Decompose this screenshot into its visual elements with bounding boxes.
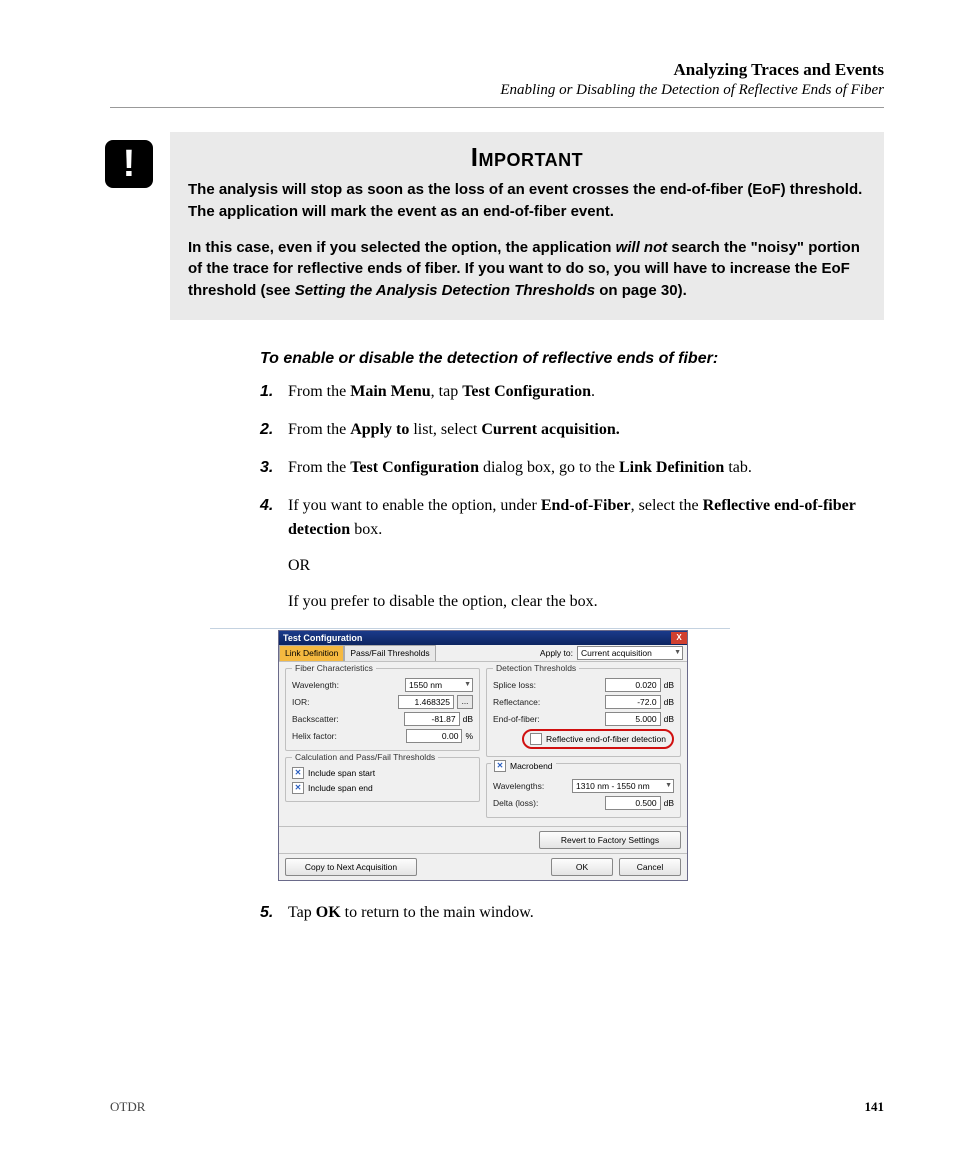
wavelength-label: Wavelength: — [292, 680, 339, 690]
db-unit: dB — [463, 714, 473, 724]
reflectance-label: Reflectance: — [493, 697, 540, 707]
db-unit: dB — [664, 714, 674, 724]
important-text: The analysis will stop as soon as the lo… — [188, 179, 866, 302]
important-box: Important The analysis will stop as soon… — [170, 132, 884, 320]
chapter-title: Analyzing Traces and Events — [110, 60, 884, 80]
splice-label: Splice loss: — [493, 680, 536, 690]
macro-delta-input[interactable]: 0.500 — [605, 796, 661, 810]
section-title: Enabling or Disabling the Detection of R… — [110, 82, 884, 99]
fiber-legend: Fiber Characteristics — [292, 663, 376, 673]
macrobend-checkbox[interactable]: ✕ — [494, 760, 506, 772]
header-rule — [110, 107, 884, 108]
procedure-title: To enable or disable the detection of re… — [260, 350, 884, 368]
ior-browse-button[interactable]: ... — [457, 695, 473, 709]
step-5: 5.Tap OK to return to the main window. — [260, 901, 884, 925]
dialog-button-row: Copy to Next Acquisition OK Cancel — [279, 853, 687, 880]
close-button[interactable]: X — [671, 632, 687, 644]
backscatter-input[interactable]: -81.87 — [404, 712, 460, 726]
step-4: 4. If you want to enable the option, und… — [260, 494, 884, 614]
calculation-group: Calculation and Pass/Fail Thresholds ✕In… — [285, 757, 480, 802]
macro-wave-combo[interactable]: 1310 nm - 1550 nm▼ — [572, 779, 674, 793]
percent-unit: % — [465, 731, 473, 741]
splice-input[interactable]: 0.020 — [605, 678, 661, 692]
important-p1: The analysis will stop as soon as the lo… — [188, 179, 866, 223]
macrobend-group: ✕ Macrobend Wavelengths: 1310 nm - 1550 … — [486, 763, 681, 818]
db-unit: dB — [664, 680, 674, 690]
cancel-button[interactable]: Cancel — [619, 858, 681, 876]
span-end-label: Include span end — [308, 783, 373, 793]
macro-delta-label: Delta (loss): — [493, 798, 538, 808]
apply-to-combo[interactable]: Current acquisition▼ — [577, 646, 683, 660]
screenshot: Test Configuration X Link Definition Pas… — [250, 628, 884, 881]
chevron-down-icon: ▼ — [674, 649, 681, 656]
content: To enable or disable the detection of re… — [260, 350, 884, 925]
tabs-row: Link Definition Pass/Fail Thresholds App… — [279, 645, 687, 662]
macrobend-label: Macrobend — [510, 761, 553, 771]
span-end-checkbox[interactable]: ✕ — [292, 782, 304, 794]
reflective-eof-checkbox[interactable] — [530, 733, 542, 745]
step-2: 2.From the Apply to list, select Current… — [260, 418, 884, 442]
span-start-label: Include span start — [308, 768, 375, 778]
reflective-eof-highlight: Reflective end-of-fiber detection — [522, 729, 674, 749]
backscatter-label: Backscatter: — [292, 714, 339, 724]
page-footer: OTDR 141 — [110, 1099, 884, 1115]
dialog-titlebar: Test Configuration X — [279, 631, 687, 645]
chevron-down-icon: ▼ — [464, 681, 471, 688]
det-legend: Detection Thresholds — [493, 663, 579, 673]
ior-input[interactable]: 1.468325 — [398, 695, 454, 709]
reflective-eof-label: Reflective end-of-fiber detection — [546, 734, 666, 744]
eof-input[interactable]: 5.000 — [605, 712, 661, 726]
footer-left: OTDR — [110, 1099, 145, 1115]
step-3: 3.From the Test Configuration dialog box… — [260, 456, 884, 480]
ior-label: IOR: — [292, 697, 309, 707]
page-header: Analyzing Traces and Events Enabling or … — [110, 60, 884, 99]
important-callout: ! Important The analysis will stop as so… — [170, 132, 884, 320]
chevron-down-icon: ▼ — [665, 782, 672, 789]
tab-passfail[interactable]: Pass/Fail Thresholds — [344, 645, 435, 661]
steps-list-2: 5.Tap OK to return to the main window. — [260, 901, 884, 925]
wavelength-combo[interactable]: 1550 nm▼ — [405, 678, 473, 692]
detection-thresholds-group: Detection Thresholds Splice loss: 0.020d… — [486, 668, 681, 757]
helix-input[interactable]: 0.00 — [406, 729, 462, 743]
page-number: 141 — [865, 1099, 885, 1115]
step-1: 1.From the Main Menu, tap Test Configura… — [260, 380, 884, 404]
span-start-checkbox[interactable]: ✕ — [292, 767, 304, 779]
revert-button[interactable]: Revert to Factory Settings — [539, 831, 681, 849]
important-heading: Important — [188, 142, 866, 173]
dialog: Test Configuration X Link Definition Pas… — [278, 630, 688, 881]
ok-button[interactable]: OK — [551, 858, 613, 876]
apply-to-label: Apply to: — [540, 648, 573, 658]
eof-label: End-of-fiber: — [493, 714, 540, 724]
steps-list: 1.From the Main Menu, tap Test Configura… — [260, 380, 884, 614]
dialog-revert-row: Revert to Factory Settings — [279, 826, 687, 853]
dialog-title: Test Configuration — [283, 633, 362, 643]
macro-wave-label: Wavelengths: — [493, 781, 544, 791]
db-unit: dB — [664, 798, 674, 808]
helix-label: Helix factor: — [292, 731, 337, 741]
dialog-body: Fiber Characteristics Wavelength: 1550 n… — [279, 662, 687, 826]
reflectance-input[interactable]: -72.0 — [605, 695, 661, 709]
fiber-characteristics-group: Fiber Characteristics Wavelength: 1550 n… — [285, 668, 480, 751]
exclamation-icon: ! — [105, 140, 153, 188]
calc-legend: Calculation and Pass/Fail Thresholds — [292, 752, 438, 762]
important-p2: In this case, even if you selected the o… — [188, 237, 866, 302]
db-unit: dB — [664, 697, 674, 707]
copy-next-button[interactable]: Copy to Next Acquisition — [285, 858, 417, 876]
tab-link-definition[interactable]: Link Definition — [279, 645, 344, 661]
page: Analyzing Traces and Events Enabling or … — [0, 0, 954, 1159]
